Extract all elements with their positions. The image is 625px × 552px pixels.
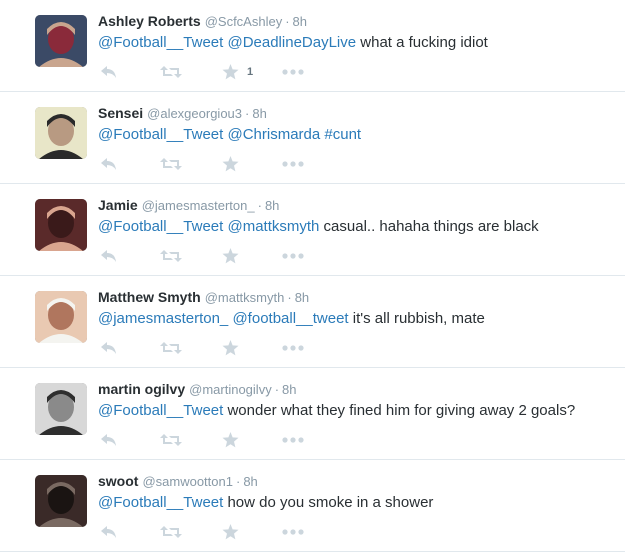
avatar[interactable] bbox=[35, 15, 87, 67]
text-fragment: it's all rubbish, mate bbox=[348, 310, 485, 327]
retweet-icon[interactable] bbox=[160, 522, 182, 542]
hashtag-link[interactable]: #cunt bbox=[324, 126, 361, 143]
text-fragment: casual.. hahaha things are black bbox=[319, 218, 539, 235]
timestamp[interactable]: 8h bbox=[293, 14, 307, 29]
retweet-icon[interactable] bbox=[160, 154, 182, 174]
star-icon[interactable] bbox=[222, 522, 239, 542]
user-handle[interactable]: @samwootton1 bbox=[142, 474, 233, 489]
text-fragment: wonder what they fined him for giving aw… bbox=[223, 402, 576, 419]
star-icon[interactable] bbox=[222, 154, 239, 174]
separator-dot: · bbox=[257, 198, 262, 213]
separator-dot: · bbox=[274, 382, 280, 397]
tweet-actions bbox=[98, 522, 338, 542]
mention-link[interactable]: @Football__Tweet bbox=[98, 126, 223, 143]
tweet-header: martin ogilvy @martinogilvy · 8h bbox=[98, 380, 297, 399]
avatar[interactable] bbox=[35, 475, 87, 527]
mention-link[interactable]: @DeadlineDayLive bbox=[227, 34, 356, 51]
more-icon[interactable] bbox=[282, 430, 304, 450]
more-icon[interactable] bbox=[282, 522, 304, 542]
tweet[interactable]: Ashley Roberts @ScfcAshley · 8h @Football__T… bbox=[0, 0, 625, 92]
avatar[interactable] bbox=[35, 199, 87, 251]
text-fragment: what a fucking idiot bbox=[356, 34, 488, 51]
tweet[interactable]: Sensei @alexgeorgiou3 · 8h @Football__Tweet … bbox=[0, 92, 625, 184]
user-name[interactable]: Jamie bbox=[98, 197, 138, 213]
tweet-actions bbox=[98, 154, 338, 174]
reply-icon[interactable] bbox=[100, 430, 118, 450]
favorite-count: 1 bbox=[247, 66, 254, 78]
user-name[interactable]: swoot bbox=[98, 473, 138, 489]
user-name[interactable]: Ashley Roberts bbox=[98, 13, 201, 29]
more-icon[interactable] bbox=[282, 338, 304, 358]
tweet-text: @Football__Tweet @Chrismarda #cunt bbox=[98, 126, 361, 144]
tweet-feed: Ashley Roberts @ScfcAshley · 8h @Football__T… bbox=[0, 0, 625, 552]
tweet[interactable]: Jamie @jamesmasterton_ · 8h @Football__Tweet… bbox=[0, 184, 625, 276]
timestamp[interactable]: 8h bbox=[265, 198, 279, 213]
reply-icon[interactable] bbox=[100, 62, 118, 82]
reply-icon[interactable] bbox=[100, 246, 118, 266]
mention-link[interactable]: @mattksmyth bbox=[227, 218, 319, 235]
user-name[interactable]: Sensei bbox=[98, 105, 143, 121]
retweet-icon[interactable] bbox=[160, 338, 182, 358]
mention-link[interactable]: @Football__Tweet bbox=[98, 218, 223, 235]
reply-icon[interactable] bbox=[100, 154, 118, 174]
timestamp[interactable]: 8h bbox=[252, 106, 266, 121]
tweet-header: swoot @samwootton1 · 8h bbox=[98, 472, 258, 491]
reply-icon[interactable] bbox=[100, 522, 118, 542]
retweet-icon[interactable] bbox=[160, 430, 182, 450]
user-handle[interactable]: @martinogilvy bbox=[189, 382, 272, 397]
tweet-header: Matthew Smyth @mattksmyth · 8h bbox=[98, 288, 309, 307]
avatar[interactable] bbox=[35, 291, 87, 343]
mention-link[interactable]: @jamesmasterton_ bbox=[98, 310, 228, 327]
more-icon[interactable] bbox=[282, 62, 304, 82]
tweet-header: Jamie @jamesmasterton_ · 8h bbox=[98, 196, 279, 215]
tweet[interactable]: Matthew Smyth @mattksmyth · 8h @jamesmastert… bbox=[0, 276, 625, 368]
timestamp[interactable]: 8h bbox=[295, 290, 309, 305]
tweet-actions bbox=[98, 338, 338, 358]
avatar[interactable] bbox=[35, 107, 87, 159]
user-handle[interactable]: @jamesmasterton_ bbox=[142, 198, 255, 213]
tweet-text: @Football__Tweet @DeadlineDayLive what a… bbox=[98, 34, 488, 52]
text-fragment: how do you smoke in a shower bbox=[223, 494, 434, 511]
tweet-header: Ashley Roberts @ScfcAshley · 8h bbox=[98, 12, 307, 31]
mention-link[interactable]: @Chrismarda bbox=[227, 126, 320, 143]
mention-link[interactable]: @football__tweet bbox=[232, 310, 348, 327]
tweet-text: @Football__Tweet wonder what they fined … bbox=[98, 402, 575, 420]
reply-icon[interactable] bbox=[100, 338, 118, 358]
star-icon[interactable] bbox=[222, 338, 239, 358]
tweet[interactable]: swoot @samwootton1 · 8h @Football__Tweet how… bbox=[0, 460, 625, 552]
retweet-icon[interactable] bbox=[160, 62, 182, 82]
user-name[interactable]: Matthew Smyth bbox=[98, 289, 201, 305]
separator-dot: · bbox=[285, 14, 290, 29]
star-icon[interactable]: 1 bbox=[222, 62, 253, 82]
user-handle[interactable]: @ScfcAshley bbox=[205, 14, 283, 29]
mention-link[interactable]: @Football__Tweet bbox=[98, 34, 223, 51]
tweet-actions: 1 bbox=[98, 62, 338, 82]
more-icon[interactable] bbox=[282, 154, 304, 174]
star-icon[interactable] bbox=[222, 430, 239, 450]
tweet-actions bbox=[98, 430, 338, 450]
user-handle[interactable]: @alexgeorgiou3 bbox=[147, 106, 242, 121]
separator-dot: · bbox=[287, 290, 292, 305]
tweet-text: @Football__Tweet @mattksmyth casual.. ha… bbox=[98, 218, 539, 236]
star-icon[interactable] bbox=[222, 246, 239, 266]
user-name[interactable]: martin ogilvy bbox=[98, 381, 185, 397]
tweet-header: Sensei @alexgeorgiou3 · 8h bbox=[98, 104, 267, 123]
tweet-actions bbox=[98, 246, 338, 266]
user-handle[interactable]: @mattksmyth bbox=[205, 290, 285, 305]
timestamp[interactable]: 8h bbox=[243, 474, 257, 489]
more-icon[interactable] bbox=[282, 246, 304, 266]
retweet-icon[interactable] bbox=[160, 246, 182, 266]
tweet[interactable]: martin ogilvy @martinogilvy · 8h @Football__… bbox=[0, 368, 625, 460]
tweet-text: @jamesmasterton_ @football__tweet it's a… bbox=[98, 310, 485, 328]
mention-link[interactable]: @Football__Tweet bbox=[98, 402, 223, 419]
timestamp[interactable]: 8h bbox=[282, 382, 296, 397]
tweet-text: @Football__Tweet how do you smoke in a s… bbox=[98, 494, 433, 512]
avatar[interactable] bbox=[35, 383, 87, 435]
mention-link[interactable]: @Football__Tweet bbox=[98, 494, 223, 511]
separator-dot: · bbox=[235, 474, 241, 489]
separator-dot: · bbox=[245, 106, 250, 121]
